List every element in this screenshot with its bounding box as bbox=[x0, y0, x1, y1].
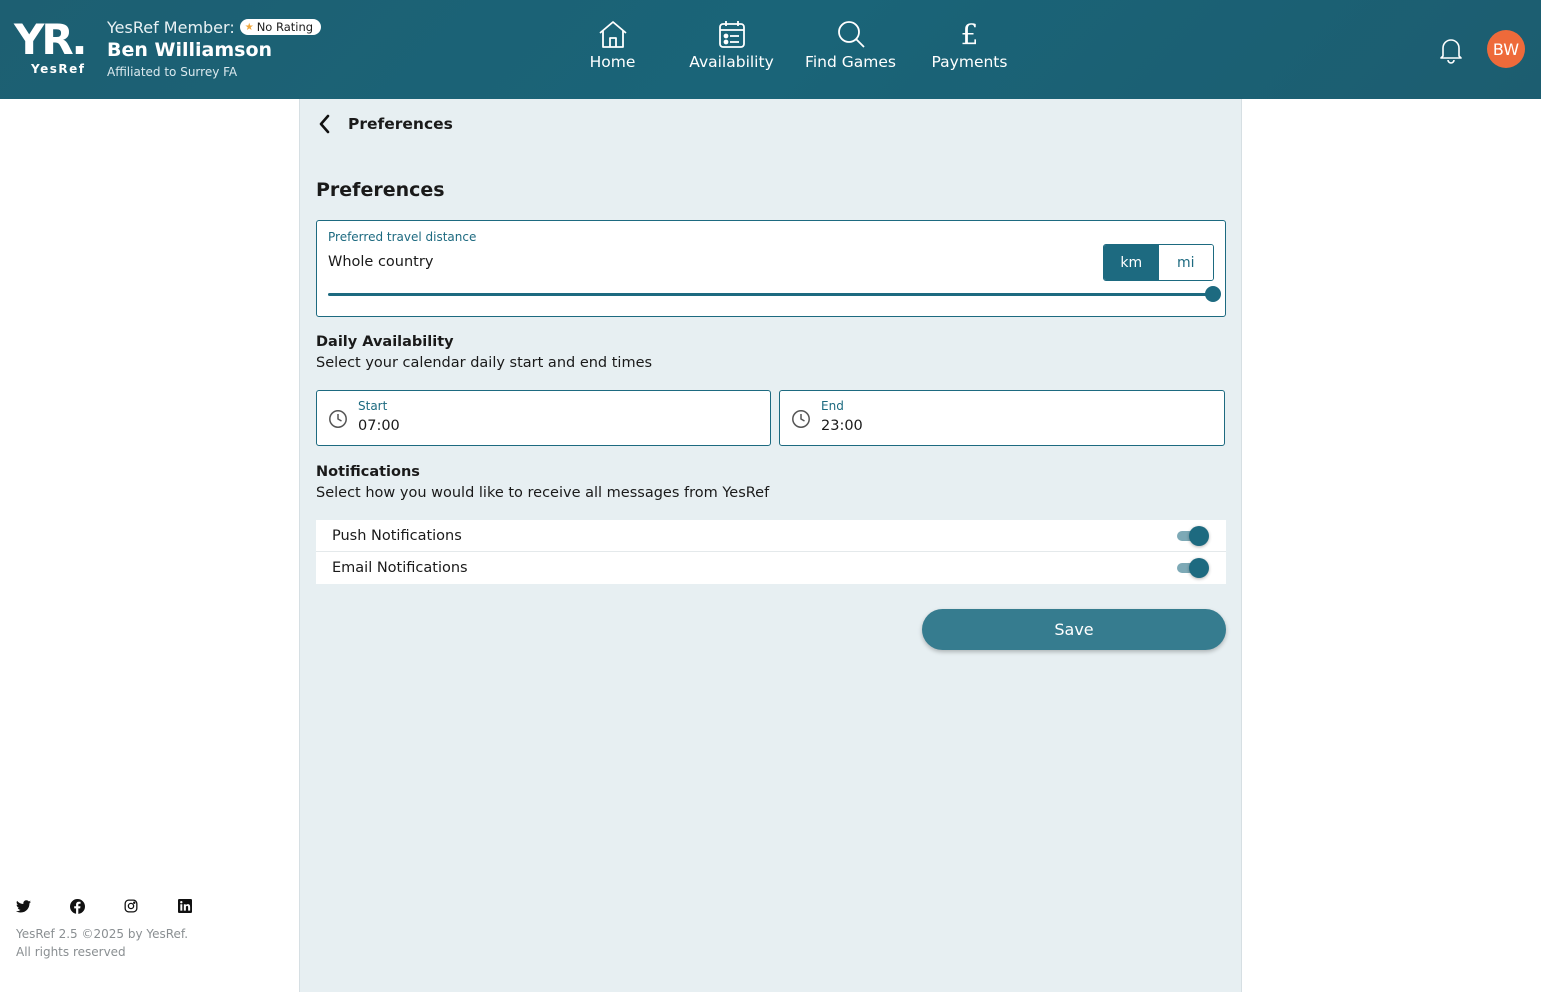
toggle-knob bbox=[1189, 558, 1209, 578]
yesref-logo[interactable]: YR. YesRef bbox=[14, 18, 94, 80]
end-time-label: End bbox=[821, 399, 844, 413]
pound-icon: £ bbox=[960, 17, 979, 51]
logo-text: YesRef bbox=[31, 62, 86, 76]
top-header: YR. YesRef YesRef Member: ★ No Rating Be… bbox=[0, 0, 1541, 99]
save-button[interactable]: Save bbox=[922, 609, 1226, 650]
start-time-value: 07:00 bbox=[358, 418, 400, 434]
availability-title: Daily Availability bbox=[316, 334, 454, 350]
email-notifications-row: Email Notifications bbox=[316, 552, 1226, 584]
start-time-label: Start bbox=[358, 399, 388, 413]
push-notifications-row: Push Notifications bbox=[316, 520, 1226, 552]
unit-toggle: km mi bbox=[1103, 244, 1214, 281]
travel-distance-value: Whole country bbox=[328, 254, 434, 270]
nav-availability[interactable]: Availability bbox=[672, 18, 791, 71]
notifications-title: Notifications bbox=[316, 464, 420, 480]
calendar-icon bbox=[672, 18, 791, 50]
email-notifications-toggle[interactable] bbox=[1177, 558, 1209, 578]
twitter-icon[interactable] bbox=[14, 897, 32, 915]
footer-version-line: YesRef 2.5 ©2025 by YesRef. bbox=[16, 927, 189, 941]
chevron-left-icon bbox=[319, 114, 330, 134]
rating-badge-label: No Rating bbox=[256, 20, 314, 34]
email-notifications-label: Email Notifications bbox=[332, 560, 468, 576]
distance-slider-thumb[interactable] bbox=[1205, 286, 1221, 302]
travel-distance-label: Preferred travel distance bbox=[328, 230, 477, 244]
back-button[interactable]: Preferences bbox=[316, 113, 453, 135]
nav-find-games[interactable]: Find Games bbox=[791, 18, 910, 71]
footer-copyright: YesRef 2.5 ©2025 by YesRef. All rights r… bbox=[16, 925, 188, 961]
member-info: YesRef Member: ★ No Rating Ben Williamso… bbox=[107, 16, 322, 79]
linkedin-icon[interactable] bbox=[176, 897, 194, 915]
push-notifications-label: Push Notifications bbox=[332, 528, 462, 544]
unit-mi-button[interactable]: mi bbox=[1158, 245, 1213, 280]
availability-description: Select your calendar daily start and end… bbox=[316, 355, 653, 371]
nav-home-label: Home bbox=[589, 53, 636, 71]
rating-badge: ★ No Rating bbox=[239, 19, 322, 35]
notifications-description: Select how you would like to receive all… bbox=[316, 485, 770, 501]
member-name: Ben Williamson bbox=[107, 39, 273, 61]
clock-icon bbox=[329, 410, 347, 428]
start-time-field[interactable]: Start 07:00 bbox=[316, 390, 771, 446]
nav-home[interactable]: Home bbox=[553, 18, 672, 71]
facebook-icon[interactable] bbox=[68, 897, 86, 915]
nav-find-games-label: Find Games bbox=[805, 53, 896, 71]
back-title: Preferences bbox=[348, 115, 453, 133]
unit-km-button[interactable]: km bbox=[1104, 245, 1159, 280]
preferences-panel: Preferences Preferences Preferred travel… bbox=[299, 99, 1242, 992]
page-title: Preferences bbox=[316, 179, 445, 201]
travel-distance-field: Preferred travel distance Whole country … bbox=[316, 220, 1226, 317]
member-label: YesRef Member: bbox=[107, 17, 235, 37]
footer-rights-line: All rights reserved bbox=[16, 945, 126, 959]
end-time-value: 23:00 bbox=[821, 418, 863, 434]
distance-slider-track[interactable] bbox=[328, 293, 1214, 296]
clock-icon bbox=[792, 410, 810, 428]
social-links bbox=[14, 897, 230, 915]
end-time-field[interactable]: End 23:00 bbox=[779, 390, 1225, 446]
push-notifications-toggle[interactable] bbox=[1177, 526, 1209, 546]
star-icon: ★ bbox=[244, 21, 254, 33]
notification-list: Push Notifications Email Notifications bbox=[316, 520, 1226, 584]
home-icon bbox=[553, 18, 672, 50]
avatar[interactable]: BW bbox=[1487, 30, 1525, 68]
main-nav: Home Availability Find Games £ Payments bbox=[553, 17, 1029, 72]
nav-payments[interactable]: £ Payments bbox=[910, 17, 1029, 72]
nav-payments-label: Payments bbox=[931, 53, 1008, 71]
member-affiliation: Affiliated to Surrey FA bbox=[107, 65, 238, 79]
bell-icon[interactable] bbox=[1438, 36, 1464, 64]
logo-mark: YR. bbox=[14, 15, 88, 64]
instagram-icon[interactable] bbox=[122, 897, 140, 915]
nav-availability-label: Availability bbox=[689, 53, 774, 71]
search-icon bbox=[791, 18, 910, 50]
toggle-knob bbox=[1189, 526, 1209, 546]
